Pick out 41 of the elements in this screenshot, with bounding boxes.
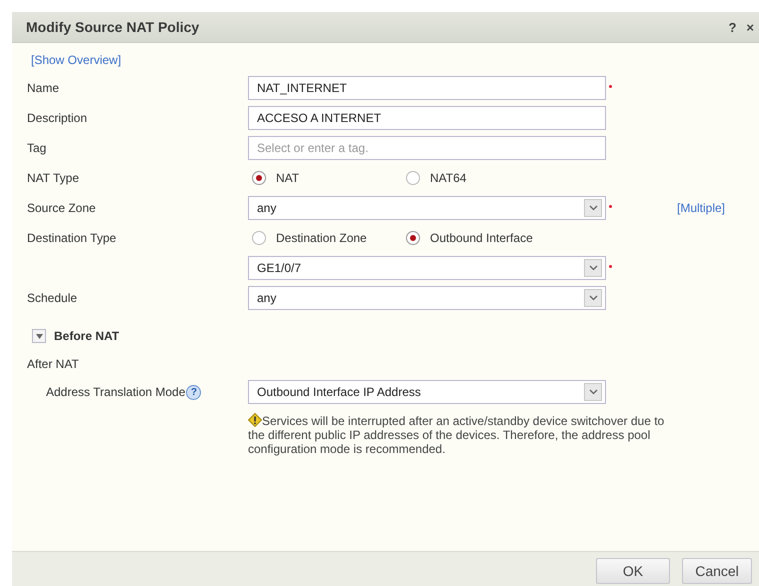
section-heading: Before NAT bbox=[54, 329, 120, 343]
field-label: Destination Type bbox=[27, 231, 116, 245]
warning-message: Services will be interrupted after an active/standby device switchover due to the different public IP addresses of the devices. Therefore, the address pool configuration mode is recommended. bbox=[248, 413, 666, 456]
caret-icon bbox=[584, 199, 602, 217]
section-heading: After NAT bbox=[27, 357, 79, 373]
radio-label: Outbound Interface bbox=[430, 231, 533, 245]
text-field[interactable]: NAT_INTERNET bbox=[248, 76, 606, 100]
radio-button[interactable] bbox=[406, 171, 420, 185]
caret-icon bbox=[584, 383, 602, 401]
field-label: Schedule bbox=[27, 291, 78, 305]
field-label: Description bbox=[27, 111, 88, 125]
close-button[interactable]: × bbox=[743, 20, 757, 34]
radio-label: NAT64 bbox=[430, 171, 466, 185]
field-label: Address Translation Mode bbox=[46, 385, 186, 399]
radio-button[interactable] bbox=[252, 231, 266, 245]
dialog-button[interactable]: Cancel bbox=[682, 558, 752, 584]
dropdown-field[interactable]: any bbox=[248, 286, 606, 310]
radio-label: Destination Zone bbox=[276, 231, 367, 245]
warning-icon bbox=[248, 413, 262, 427]
dropdown-field[interactable]: any bbox=[248, 196, 606, 220]
dropdown-field[interactable]: Outbound Interface IP Address bbox=[248, 380, 606, 404]
caret-icon bbox=[584, 289, 602, 307]
field-label: Tag bbox=[27, 141, 46, 155]
field-label: Source Zone bbox=[27, 201, 96, 215]
radio-button[interactable] bbox=[406, 231, 420, 245]
triangle-icon bbox=[36, 334, 42, 338]
field-label: NAT Type bbox=[27, 171, 80, 185]
caret-icon bbox=[584, 259, 602, 277]
multiple-link[interactable]: [Multiple] bbox=[677, 201, 726, 215]
radio-label: NAT bbox=[276, 171, 300, 185]
expand-toggle[interactable] bbox=[32, 329, 46, 343]
help-icon[interactable]: ? bbox=[186, 384, 202, 400]
text-field[interactable]: ACCESO A INTERNET bbox=[248, 106, 606, 130]
field-label: Name bbox=[27, 81, 60, 95]
text-field[interactable]: Select or enter a tag. bbox=[248, 136, 606, 160]
dialog-title: Modify Source NAT Policy bbox=[26, 19, 200, 35]
dropdown-field[interactable]: GE1/0/7 bbox=[248, 256, 606, 280]
show-overview-link[interactable]: [Show Overview] bbox=[31, 53, 122, 67]
dialog-button[interactable]: OK bbox=[596, 558, 670, 584]
radio-button[interactable] bbox=[252, 171, 266, 185]
help-button[interactable]: ? bbox=[725, 20, 740, 34]
